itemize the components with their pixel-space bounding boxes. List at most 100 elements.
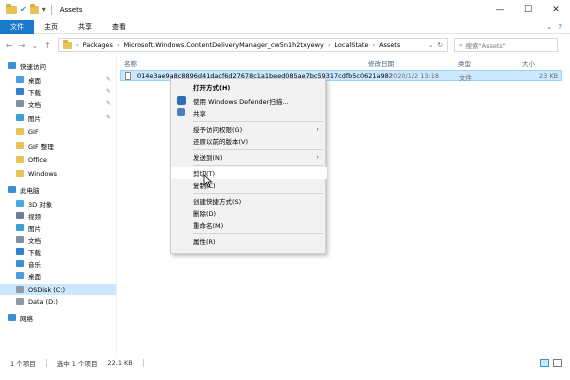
pin-icon: ✎ bbox=[106, 100, 112, 107]
sidebar-item-label: 文档 bbox=[28, 100, 41, 109]
sidebar-item[interactable]: 网络 bbox=[0, 312, 116, 323]
file-type: 文件 bbox=[459, 74, 472, 82]
drive-icon bbox=[16, 298, 24, 305]
column-header-date[interactable]: 修改日期 bbox=[368, 58, 394, 68]
sidebar-item-label: 下载 bbox=[28, 248, 41, 257]
sidebar-item-label: GIF bbox=[28, 127, 39, 136]
menu-item-give-access[interactable]: 授予访问权限(G) › bbox=[171, 123, 327, 135]
menu-item-open-with[interactable]: 打开方式(H) bbox=[171, 81, 327, 93]
forward-icon[interactable]: → bbox=[19, 41, 26, 50]
search-input[interactable]: ⌕ 搜索"Assets" bbox=[454, 38, 558, 52]
menu-item-defender-scan[interactable]: 使用 Windows Defender扫描... bbox=[171, 95, 327, 107]
sidebar-item[interactable]: Windows bbox=[0, 168, 116, 179]
properties-icon[interactable]: ✔ bbox=[20, 5, 27, 15]
sidebar-item[interactable]: 下载 ✎ bbox=[0, 86, 116, 97]
menu-item-cut[interactable]: 剪切(T) bbox=[171, 167, 327, 179]
sidebar-item[interactable]: 桌面 bbox=[0, 270, 116, 281]
tab-file[interactable]: 文件 bbox=[0, 19, 34, 34]
music-icon bbox=[16, 260, 24, 267]
sidebar-item[interactable]: 图片 ✎ bbox=[0, 112, 116, 123]
breadcrumb-separator-icon[interactable]: › bbox=[372, 41, 375, 49]
sidebar-item-label: 音乐 bbox=[28, 260, 41, 269]
breadcrumb-assets[interactable]: Assets bbox=[379, 41, 400, 49]
quick-access-toolbar: ✔ ▾ bbox=[0, 4, 54, 15]
menu-item-label: 属性(R) bbox=[193, 238, 216, 246]
breadcrumb-separator-icon[interactable]: › bbox=[76, 41, 79, 49]
menu-item-delete[interactable]: 删除(D) bbox=[171, 207, 327, 219]
status-selected-count: 选中 1 个项目 bbox=[56, 360, 98, 368]
sidebar-item[interactable]: 图片 bbox=[0, 222, 116, 233]
tab-view[interactable]: 查看 bbox=[102, 20, 136, 34]
refresh-icon[interactable]: ↻ bbox=[438, 41, 443, 49]
sidebar-item[interactable]: 音乐 bbox=[0, 258, 116, 269]
sidebar-item-label: 快速访问 bbox=[20, 62, 46, 71]
pane-divider[interactable] bbox=[116, 56, 117, 354]
menu-item-properties[interactable]: 属性(R) bbox=[171, 235, 327, 247]
column-header-type[interactable]: 类型 bbox=[458, 58, 471, 68]
recent-locations-icon[interactable]: ⌄ bbox=[31, 41, 38, 50]
sidebar-item[interactable]: GIF 整理 bbox=[0, 140, 116, 151]
sidebar-item-label: 图片 bbox=[28, 224, 41, 233]
up-icon[interactable]: ↑ bbox=[44, 41, 51, 50]
submenu-arrow-icon: › bbox=[316, 153, 319, 161]
address-row: ← → ⌄ ↑ › Packages › Microsoft.Windows.C… bbox=[0, 36, 570, 54]
sidebar-item[interactable]: 快速访问 bbox=[0, 60, 116, 71]
large-icons-view-icon[interactable] bbox=[553, 359, 562, 367]
menu-item-label: 还原以前的版本(V) bbox=[193, 138, 249, 146]
folder-icon bbox=[16, 128, 24, 135]
help-icon[interactable]: ? bbox=[558, 23, 562, 31]
breadcrumb-packages[interactable]: Packages bbox=[83, 41, 113, 49]
search-placeholder: 搜索"Assets" bbox=[465, 42, 506, 50]
column-header-name[interactable]: 名称 bbox=[124, 58, 137, 68]
tab-home[interactable]: 主页 bbox=[34, 20, 68, 34]
breadcrumb-separator-icon[interactable]: › bbox=[328, 41, 331, 49]
sidebar-item[interactable]: 3D 对象 bbox=[0, 198, 116, 209]
sidebar-item[interactable]: 文档 ✎ bbox=[0, 98, 116, 109]
drive-icon bbox=[16, 286, 24, 293]
folder-icon bbox=[63, 39, 72, 49]
sidebar-item[interactable]: 下载 bbox=[0, 246, 116, 257]
sidebar-item-label: Data (D:) bbox=[28, 297, 58, 306]
maximize-button[interactable]: ☐ bbox=[514, 0, 542, 20]
sidebar-item-label: 3D 对象 bbox=[28, 200, 53, 209]
3d-objects-icon bbox=[16, 200, 24, 207]
address-bar[interactable]: › Packages › Microsoft.Windows.ContentDe… bbox=[58, 38, 448, 52]
sidebar-item[interactable]: Office bbox=[0, 154, 116, 165]
file-size: 23 KB bbox=[539, 72, 559, 80]
mouse-cursor-icon bbox=[203, 174, 213, 188]
customize-toolbar-icon[interactable]: ▾ bbox=[42, 5, 46, 15]
details-view-icon[interactable] bbox=[540, 359, 549, 367]
minimize-button[interactable]: — bbox=[486, 0, 514, 20]
menu-item-copy[interactable]: 复制(C) bbox=[171, 179, 327, 191]
menu-item-label: 创建快捷方式(S) bbox=[193, 198, 242, 206]
sidebar-item[interactable]: Data (D:) bbox=[0, 296, 116, 307]
close-button[interactable]: ✕ bbox=[542, 0, 570, 20]
menu-item-rename[interactable]: 重命名(M) bbox=[171, 219, 327, 231]
sidebar-item[interactable]: 桌面 ✎ bbox=[0, 74, 116, 85]
sidebar-item-label: Windows bbox=[28, 169, 58, 178]
menu-separator bbox=[193, 193, 323, 194]
breadcrumb-separator-icon[interactable]: › bbox=[117, 41, 120, 49]
tab-share[interactable]: 共享 bbox=[68, 20, 102, 34]
status-item-count: 1 个项目 bbox=[10, 360, 36, 368]
search-icon: ⌕ bbox=[459, 40, 463, 49]
file-date: 2020/1/2 13:18 bbox=[389, 72, 439, 80]
breadcrumb-contentdeliverymanager[interactable]: Microsoft.Windows.ContentDeliveryManager… bbox=[124, 41, 324, 49]
sidebar-item[interactable]: 文档 bbox=[0, 234, 116, 245]
menu-item-share[interactable]: 共享 bbox=[171, 107, 327, 119]
address-dropdown-icon[interactable]: ⌄ bbox=[428, 41, 433, 49]
sidebar-item[interactable]: 此电脑 bbox=[0, 184, 116, 195]
sidebar-item[interactable]: 视频 bbox=[0, 210, 116, 221]
breadcrumb-localstate[interactable]: LocalState bbox=[334, 41, 368, 49]
menu-item-create-shortcut[interactable]: 创建快捷方式(S) bbox=[171, 195, 327, 207]
sidebar-item[interactable]: OSDisk (C:) bbox=[0, 284, 116, 295]
sidebar-item[interactable]: GIF bbox=[0, 126, 116, 137]
menu-item-send-to[interactable]: 发送到(N) › bbox=[171, 151, 327, 163]
sidebar-item-label: 视频 bbox=[28, 212, 41, 221]
expand-ribbon-icon[interactable]: ⌄ bbox=[546, 23, 552, 31]
back-icon[interactable]: ← bbox=[6, 41, 13, 50]
menu-item-restore-versions[interactable]: 还原以前的版本(V) bbox=[171, 135, 327, 147]
column-header-size[interactable]: 大小 bbox=[522, 58, 535, 68]
new-folder-icon[interactable] bbox=[29, 4, 39, 14]
download-icon bbox=[16, 88, 24, 95]
